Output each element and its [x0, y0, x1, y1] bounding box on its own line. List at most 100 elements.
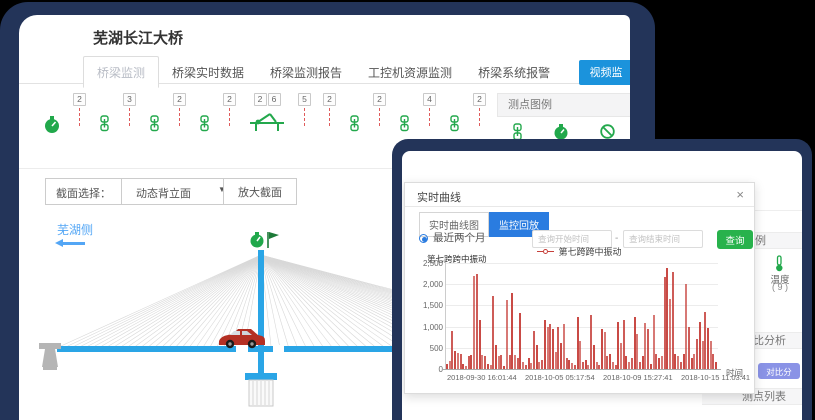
bar	[541, 360, 543, 369]
bar	[658, 358, 660, 369]
bar	[688, 327, 690, 369]
tab-桥梁实时数据[interactable]: 桥梁实时数据	[159, 57, 257, 87]
sensor-point[interactable]: 2	[223, 93, 236, 126]
sensor-count-badge[interactable]: 4	[423, 93, 436, 106]
close-icon[interactable]: ×	[736, 187, 744, 202]
bar	[555, 352, 557, 369]
sensor-point[interactable]: 5	[298, 93, 311, 126]
link-sensor-icon[interactable]	[198, 93, 211, 137]
enlarge-section-button[interactable]: 放大截面	[223, 178, 297, 205]
link-sensor-icon[interactable]	[448, 93, 461, 137]
bar	[484, 356, 486, 369]
link-sensor-icon[interactable]	[348, 93, 361, 137]
video-monitor-button[interactable]: 视频监控	[579, 60, 630, 85]
sensor-count-badge[interactable]: 2	[173, 93, 186, 106]
bar	[623, 320, 625, 369]
sensor-count-badge[interactable]: 2	[323, 93, 336, 106]
sensor-point[interactable]: 2	[173, 93, 186, 126]
bar	[636, 334, 638, 369]
bar	[517, 358, 519, 369]
section-select[interactable]: 截面选择： 动态背立面 ▼	[45, 178, 235, 205]
bar	[457, 353, 459, 369]
tab-桥梁监测报告[interactable]: 桥梁监测报告	[257, 57, 355, 87]
bar	[631, 358, 633, 369]
bar	[568, 360, 570, 369]
popup-window: 测点图例 温度 ( 9 ) 对比分析 对比分析 测点列表 实时曲线 × 实时曲线…	[402, 151, 802, 420]
bar	[582, 362, 584, 369]
bar	[699, 322, 701, 369]
dialog-title: 实时曲线	[417, 189, 461, 205]
bar	[498, 356, 500, 369]
sensor-point[interactable]: 2	[323, 93, 336, 126]
bar	[468, 356, 470, 369]
bar	[634, 317, 636, 369]
y-tick-label: 2,500	[411, 259, 443, 268]
tab-桥梁系统报警[interactable]: 桥梁系统报警	[465, 57, 563, 87]
sensor-count-badge[interactable]: 6	[268, 93, 281, 106]
sensor-count-badge[interactable]: 5	[298, 93, 311, 106]
page-title: 芜湖长江大桥	[93, 27, 183, 48]
section-select-value[interactable]: 动态背立面	[122, 179, 218, 204]
desktop: 芜湖长江大桥 桥梁监测桥梁实时数据桥梁监测报告工控机资源监测桥梁系统报警 视频监…	[0, 0, 815, 420]
sensor-count-badge[interactable]: 2	[254, 93, 267, 106]
sensor-point[interactable]: 2	[473, 93, 486, 126]
bar	[460, 354, 462, 369]
bearing-icon	[248, 112, 286, 137]
sensor-count-badge[interactable]: 3	[123, 93, 136, 106]
bar	[604, 332, 606, 369]
dashed-line	[329, 108, 330, 126]
x-axis	[443, 369, 721, 370]
sensor-point[interactable]: 2	[373, 93, 386, 126]
x-axis-label: 时间	[726, 367, 743, 379]
bar	[680, 362, 682, 369]
sensor-count-badge[interactable]: 2	[73, 93, 86, 106]
bar	[677, 356, 679, 369]
recent-two-months-radio[interactable]	[419, 234, 428, 243]
compare-analysis-button[interactable]: 对比分析	[758, 363, 800, 379]
bar	[454, 351, 456, 369]
bar	[609, 354, 611, 369]
sensor-count-badge[interactable]: 2	[473, 93, 486, 106]
bar	[666, 268, 668, 369]
x-tick-label: 2018-09-30 16:01:44	[447, 373, 527, 382]
bar	[547, 327, 549, 369]
x-tick-label: 2018-10-09 15:27:41	[603, 373, 683, 382]
bar	[544, 320, 546, 369]
bar	[549, 324, 551, 369]
range-separator: -	[615, 233, 618, 244]
sensor-point[interactable]: 2	[73, 93, 86, 126]
sensor-count-badge[interactable]: 2	[373, 93, 386, 106]
sensor-strip: 23222652242	[43, 93, 493, 143]
sensor-point[interactable]: 4	[423, 93, 436, 126]
dashed-line	[129, 108, 130, 126]
bar	[519, 313, 521, 369]
bar	[522, 362, 524, 369]
y-tick-label: 1,500	[411, 301, 443, 310]
bearing-sensor-cluster[interactable]: 26	[248, 93, 286, 137]
tab-桥梁监测[interactable]: 桥梁监测	[83, 56, 159, 88]
bar	[707, 328, 709, 369]
bar	[674, 354, 676, 369]
dialog-header: 实时曲线 ×	[405, 183, 754, 207]
link-sensor-icon[interactable]	[98, 93, 111, 137]
bar	[712, 354, 714, 369]
y-tick-label: 2,000	[411, 280, 443, 289]
link-sensor-icon[interactable]	[148, 93, 161, 137]
bar	[528, 358, 530, 369]
link-sensor-icon[interactable]	[398, 93, 411, 137]
bar	[566, 358, 568, 369]
tab-工控机资源监测[interactable]: 工控机资源监测	[355, 57, 465, 87]
sensor-count-badge[interactable]: 2	[223, 93, 236, 106]
bar	[715, 362, 717, 369]
bar	[612, 362, 614, 369]
bar	[653, 315, 655, 369]
gauge-icon[interactable]	[43, 93, 61, 139]
bar	[601, 329, 603, 369]
bar	[617, 322, 619, 369]
x-tick-label: 2018-10-15 11:03:41	[681, 373, 761, 382]
sensor-point[interactable]: 3	[123, 93, 136, 126]
bar	[579, 341, 581, 369]
bar	[639, 362, 641, 369]
bar	[685, 284, 687, 369]
bar	[625, 356, 627, 369]
